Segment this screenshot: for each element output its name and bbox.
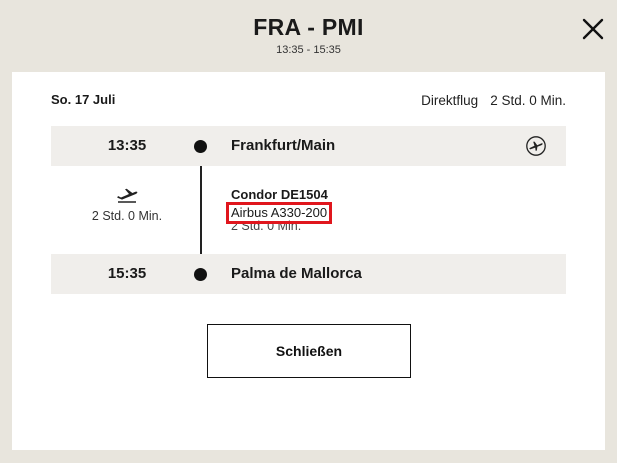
arrival-place: Palma de Mallorca [231, 265, 362, 282]
departure-place: Frankfurt/Main [231, 137, 336, 154]
segment-duration-text: 2 Std. 0 Min. [91, 209, 163, 223]
airline-logo-icon [525, 135, 547, 157]
flight-date: So. 17 Juli [51, 92, 116, 107]
arrival-time: 15:35 [107, 265, 147, 282]
close-button[interactable]: Schließen [207, 324, 411, 378]
total-duration: 2 Std. 0 Min. [490, 93, 566, 108]
aircraft-type-highlighted: Airbus A330-200 [226, 202, 333, 224]
flight-details-card: So. 17 Juli Direktflug 2 Std. 0 Min. 13:3… [12, 72, 605, 450]
modal-header: FRA - PMI 13:35 - 15:35 [0, 0, 617, 72]
route-times: 13:35 - 15:35 [276, 44, 341, 56]
flight-number: Condor DE1504 [231, 187, 328, 202]
route-title: FRA - PMI [253, 14, 364, 40]
segment-duration: 2 Std. 0 Min. [51, 187, 203, 223]
departure-dot [194, 140, 207, 153]
airplane-takeoff-icon [117, 188, 138, 203]
close-icon[interactable] [580, 16, 606, 42]
arrival-row: 15:35 Palma de Mallorca [51, 254, 566, 294]
flight-info: Condor DE1504 Airbus A330-200 2 Std. 0 M… [226, 186, 337, 232]
arrival-dot [194, 268, 207, 281]
departure-row: 13:35 Frankfurt/Main [51, 126, 566, 166]
departure-time: 13:35 [107, 137, 147, 154]
flight-type: Direktflug [421, 93, 479, 108]
flight-summary: Direktflug 2 Std. 0 Min. [421, 93, 566, 108]
